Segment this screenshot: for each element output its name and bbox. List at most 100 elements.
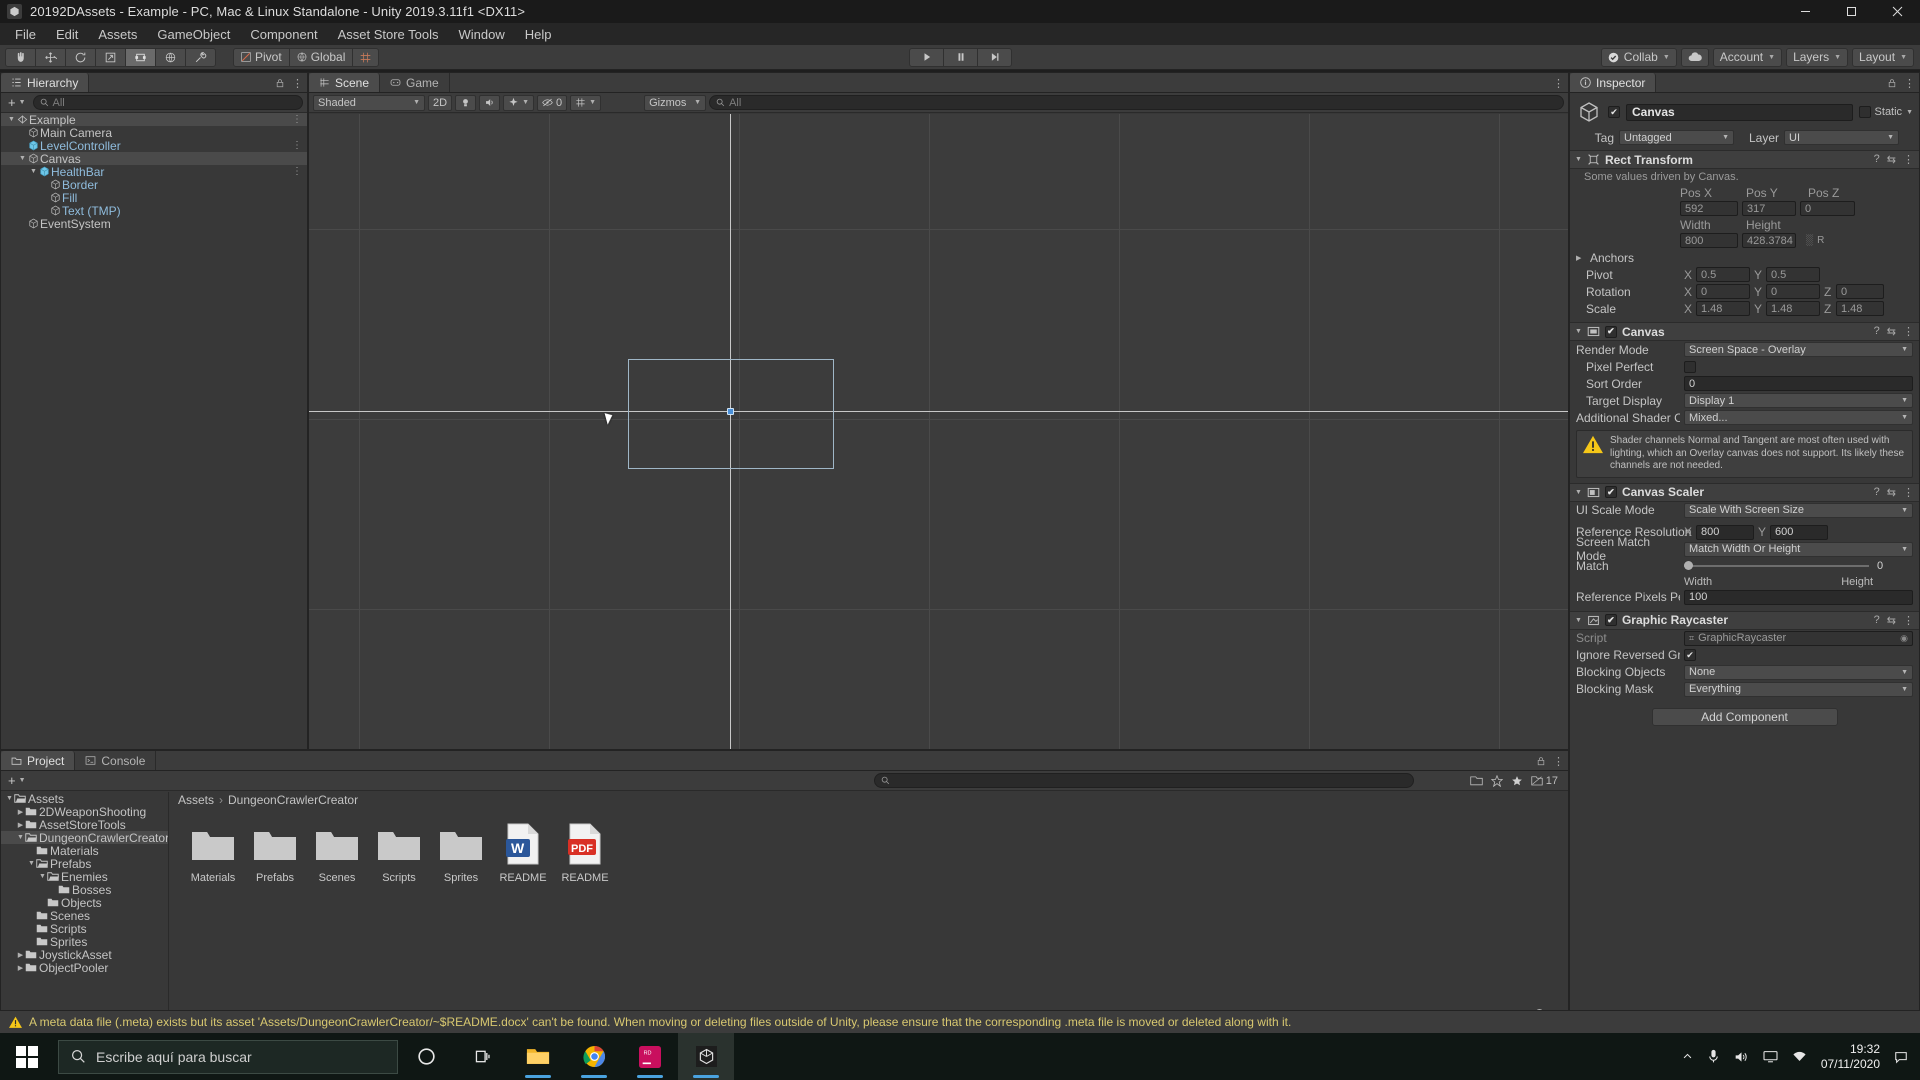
pivot-x-input[interactable]: 0.5 <box>1696 267 1750 282</box>
cloud-button[interactable] <box>1680 47 1709 67</box>
layers-button[interactable]: Layers ▼ <box>1786 47 1849 67</box>
hierarchy-item-menu-icon[interactable]: ⋮ <box>292 114 302 125</box>
pause-button[interactable] <box>943 47 978 67</box>
component-menu-icon[interactable]: ⋮ <box>1903 486 1914 499</box>
add-component-button[interactable]: Add Component <box>1651 707 1838 726</box>
ignore-reversed-graphics-checkbox[interactable]: ✔ <box>1684 649 1696 661</box>
expand-triangle-icon[interactable]: ▶ <box>16 808 25 816</box>
layer-dropdown[interactable]: UI ▼ <box>1784 130 1899 145</box>
project-folder-tree[interactable]: ▼ Assets ▶ 2DWeaponShooting ▶ AssetStoreTools… <box>1 792 169 1025</box>
project-folder-sprites[interactable]: Sprites <box>1 935 168 949</box>
collapse-triangle-icon[interactable]: ▼ <box>5 795 14 802</box>
rotation-z-input[interactable]: 0 <box>1836 284 1884 299</box>
menu-window[interactable]: Window <box>449 25 515 44</box>
hierarchy-item-fill[interactable]: Fill <box>1 191 307 205</box>
blocking-mask-dropdown[interactable]: Everything ▼ <box>1684 681 1913 697</box>
create-gameobject-button[interactable]: + ▼ <box>5 95 29 110</box>
volume-icon[interactable] <box>1734 1050 1749 1064</box>
additional-shader-channels-dropdown[interactable]: Mixed... ▼ <box>1684 410 1913 425</box>
project-folder-2dweaponshooting[interactable]: ▶ 2DWeaponShooting <box>1 805 168 819</box>
collapse-triangle-icon[interactable]: ▼ <box>16 834 25 841</box>
menu-help[interactable]: Help <box>515 25 562 44</box>
asset-item-materials-folder[interactable]: Materials <box>190 822 236 884</box>
width-input[interactable]: 800 <box>1680 233 1738 248</box>
component-header-canvas-scaler[interactable]: ▼ ✔ Canvas Scaler ? ⇆ ⋮ <box>1570 482 1919 502</box>
screen-match-mode-dropdown[interactable]: Match Width Or Height ▼ <box>1684 541 1913 557</box>
collapse-triangle-icon[interactable]: ▼ <box>1575 156 1582 163</box>
scale-tool-button[interactable] <box>95 47 126 67</box>
pos-y-input[interactable]: 317 <box>1742 201 1796 216</box>
hierarchy-list[interactable]: ▼ Example ⋮ Main Camera LevelController ⋮ ▼ Can… <box>1 113 307 230</box>
play-button[interactable] <box>909 47 944 67</box>
match-slider-knob[interactable] <box>1684 561 1693 570</box>
hierarchy-item-main-camera[interactable]: Main Camera <box>1 126 307 140</box>
target-display-dropdown[interactable]: Display 1 ▼ <box>1684 393 1913 408</box>
collapse-triangle-icon[interactable]: ▼ <box>1575 489 1582 496</box>
expand-triangle-icon[interactable]: ▶ <box>1576 254 1586 262</box>
scene-menu-icon[interactable]: ⋮ <box>1553 77 1564 90</box>
expand-triangle-icon[interactable]: ▶ <box>16 951 25 959</box>
tag-dropdown[interactable]: Untagged ▼ <box>1619 130 1734 145</box>
object-name-input[interactable]: Canvas <box>1626 103 1853 121</box>
rider-icon[interactable]: RD <box>622 1033 678 1080</box>
tab-project[interactable]: Project <box>1 751 76 770</box>
asset-item-readme-docx[interactable]: W README <box>499 822 547 884</box>
notifications-icon[interactable] <box>1894 1050 1908 1064</box>
expand-triangle-icon[interactable]: ▶ <box>16 821 25 829</box>
menu-edit[interactable]: Edit <box>46 25 88 44</box>
hierarchy-item-canvas[interactable]: ▼ Canvas <box>1 152 307 166</box>
show-hidden-icons-icon[interactable] <box>1682 1051 1693 1062</box>
project-folder-assetstoretools[interactable]: ▶ AssetStoreTools <box>1 818 168 832</box>
maximize-button[interactable] <box>1828 0 1874 23</box>
asset-grid[interactable]: Materials Prefabs Scenes Scripts Sprites W REA… <box>170 808 1568 898</box>
object-enabled-checkbox[interactable]: ✔ <box>1608 106 1620 118</box>
scene-viewport[interactable] <box>309 114 1568 749</box>
static-checkbox[interactable] <box>1858 106 1871 118</box>
hierarchy-menu-icon[interactable]: ⋮ <box>292 77 303 90</box>
tab-inspector[interactable]: Inspector <box>1570 73 1657 92</box>
microphone-icon[interactable] <box>1707 1049 1720 1064</box>
help-icon[interactable]: ? <box>1874 486 1880 499</box>
asset-item-scripts-folder[interactable]: Scripts <box>376 822 422 884</box>
hierarchy-item-healthbar[interactable]: ▼ HealthBar ⋮ <box>1 165 307 179</box>
search-by-label-icon[interactable] <box>1490 774 1503 787</box>
close-button[interactable] <box>1874 0 1920 23</box>
hierarchy-item-text-tmp[interactable]: Text (TMP) <box>1 204 307 218</box>
pos-x-input[interactable]: 592 <box>1680 201 1738 216</box>
custom-editor-tool-button[interactable] <box>185 47 216 67</box>
collapse-triangle-icon[interactable]: ▼ <box>18 155 27 162</box>
hierarchy-item-eventsystem[interactable]: EventSystem <box>1 217 307 230</box>
rotate-tool-button[interactable] <box>65 47 96 67</box>
search-by-type-icon[interactable] <box>1470 775 1483 786</box>
component-menu-icon[interactable]: ⋮ <box>1903 153 1914 166</box>
gizmos-dropdown[interactable]: Gizmos ▼ <box>644 94 707 111</box>
menu-gameobject[interactable]: GameObject <box>147 25 240 44</box>
toggle-2d-button[interactable]: 2D <box>428 94 453 111</box>
display-settings-icon[interactable] <box>1763 1050 1778 1063</box>
project-folder-assets[interactable]: ▼ Assets <box>1 792 168 806</box>
menu-file[interactable]: File <box>5 25 46 44</box>
blocking-objects-dropdown[interactable]: None ▼ <box>1684 664 1913 680</box>
preset-icon[interactable]: ⇆ <box>1887 153 1896 166</box>
graphic-raycaster-enabled-checkbox[interactable]: ✔ <box>1604 614 1617 626</box>
pivot-toggle[interactable]: Pivot <box>233 47 290 67</box>
cortana-icon[interactable] <box>398 1033 454 1080</box>
reference-resolution-x-input[interactable]: 800 <box>1696 524 1754 540</box>
scene-fx-dropdown[interactable]: ▼ <box>503 94 534 111</box>
grid-snap-icon[interactable] <box>352 47 380 67</box>
collapse-triangle-icon[interactable]: ▼ <box>1575 328 1582 335</box>
project-folder-enemies[interactable]: ▼ Enemies <box>1 870 168 884</box>
ui-scale-mode-dropdown[interactable]: Scale With Screen Size ▼ <box>1684 502 1913 518</box>
layout-button[interactable]: Layout ▼ <box>1852 47 1914 67</box>
hand-tool-button[interactable] <box>5 47 36 67</box>
match-value-input[interactable]: 0 <box>1873 559 1913 574</box>
tab-scene[interactable]: Scene <box>309 73 381 92</box>
pos-z-input[interactable]: 0 <box>1800 201 1855 216</box>
project-folder-prefabs[interactable]: ▼ Prefabs <box>1 857 168 871</box>
pixel-perfect-checkbox[interactable] <box>1684 360 1696 373</box>
component-header-canvas[interactable]: ▼ ✔ Canvas ? ⇆ ⋮ <box>1570 322 1919 341</box>
collapse-triangle-icon[interactable]: ▼ <box>27 860 36 867</box>
menu-assets[interactable]: Assets <box>88 25 147 44</box>
component-menu-icon[interactable]: ⋮ <box>1903 614 1914 627</box>
task-view-icon[interactable] <box>454 1033 510 1080</box>
